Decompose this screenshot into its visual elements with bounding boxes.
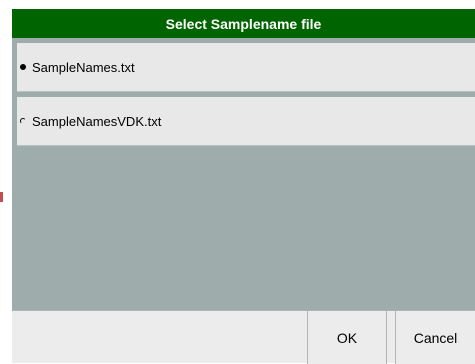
option-label: SampleNamesVDK.txt: [32, 113, 162, 129]
radio-unchecked-icon[interactable]: [20, 118, 26, 124]
dialog-title: Select Samplename file: [12, 9, 475, 38]
cancel-button[interactable]: Cancel: [395, 311, 475, 364]
dialog-footer: OK Cancel: [12, 310, 475, 364]
ok-button[interactable]: OK: [307, 311, 387, 364]
window-edge-marker: [0, 192, 3, 202]
option-label: SampleNames.txt: [32, 59, 135, 75]
radio-checked-icon[interactable]: [20, 64, 26, 70]
select-samplename-dialog: Select Samplename file SampleNames.txt S…: [12, 9, 475, 364]
option-samplenames-txt[interactable]: SampleNames.txt: [17, 43, 475, 92]
option-samplenamesvdk-txt[interactable]: SampleNamesVDK.txt: [17, 97, 475, 146]
